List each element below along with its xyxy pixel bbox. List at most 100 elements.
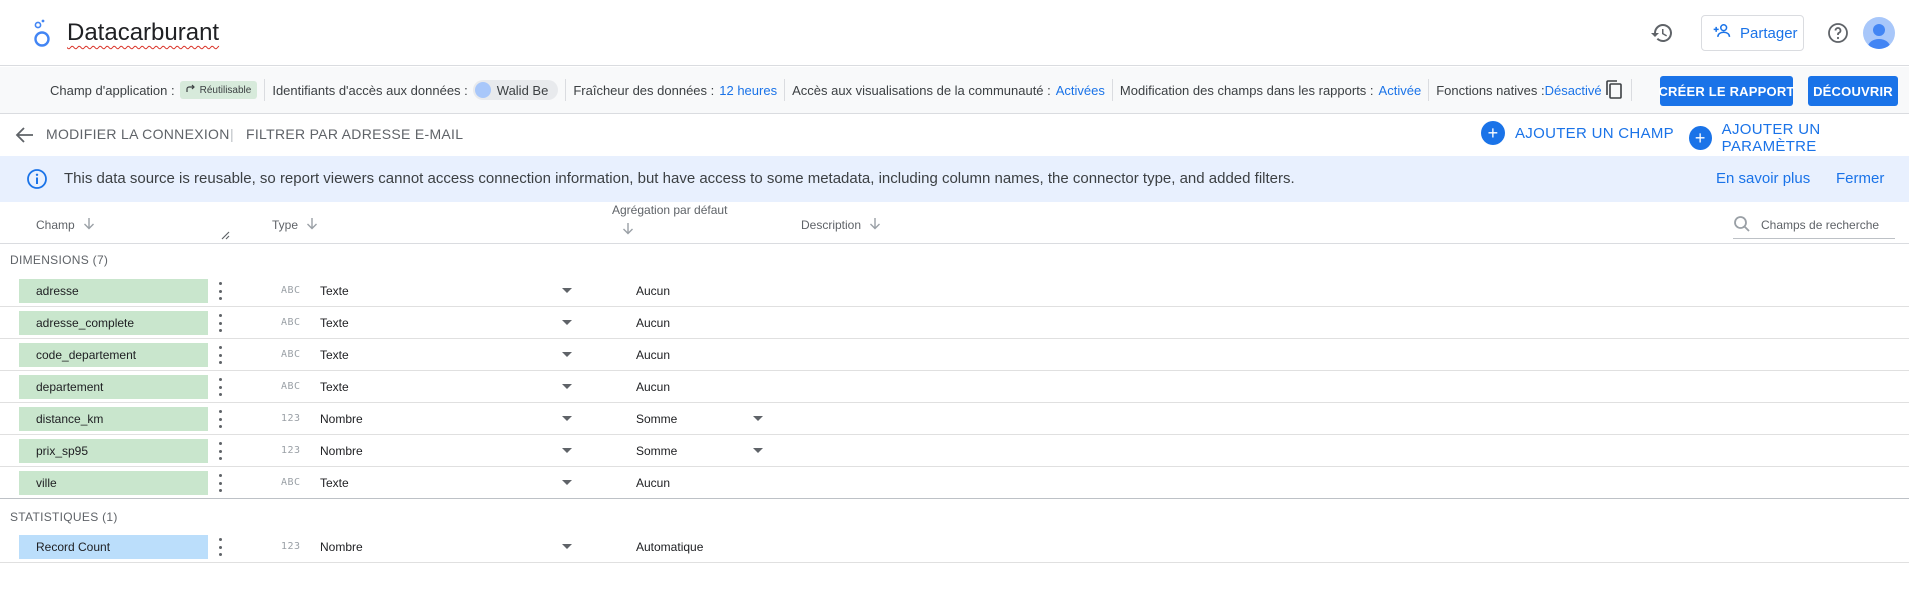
edit-connection-link[interactable]: MODIFIER LA CONNEXION xyxy=(46,126,230,142)
type-dropdown[interactable]: Nombre xyxy=(312,403,576,434)
data-freshness-label: Fraîcheur des données : xyxy=(573,82,715,98)
field-name-chip[interactable]: Record Count xyxy=(19,535,208,559)
field-name-chip[interactable]: distance_km xyxy=(19,407,208,431)
data-credentials-item[interactable]: Identifiants d'accès aux données : Walid… xyxy=(265,79,567,101)
application-scope-item[interactable]: Champ d'application : Réutilisable xyxy=(43,79,266,101)
dropdown-arrow-icon[interactable] xyxy=(562,416,572,421)
reusable-chip-label: Réutilisable xyxy=(199,84,252,96)
add-field-button[interactable]: + AJOUTER UN CHAMP xyxy=(1481,121,1674,145)
description-cell[interactable] xyxy=(796,403,1696,434)
more-vert-icon[interactable] xyxy=(215,282,225,300)
type-dropdown[interactable]: Texte xyxy=(312,339,576,370)
column-header-field[interactable]: Champ xyxy=(36,217,95,233)
more-vert-icon[interactable] xyxy=(215,410,225,428)
column-header-aggregation-label: Agrégation par défaut xyxy=(612,203,728,217)
explore-button[interactable]: DÉCOUVRIR xyxy=(1808,76,1898,106)
separator: | xyxy=(230,126,234,142)
native-functions-item[interactable]: Fonctions natives : Désactivé xyxy=(1429,79,1632,101)
description-cell[interactable] xyxy=(796,339,1696,370)
field-search-input[interactable] xyxy=(1761,218,1881,232)
dropdown-arrow-icon[interactable] xyxy=(562,320,572,325)
data-freshness-item[interactable]: Fraîcheur des données : 12 heures xyxy=(566,79,786,101)
sort-arrow-down-icon xyxy=(869,217,881,233)
type-dropdown[interactable]: Nombre xyxy=(312,435,576,466)
dropdown-arrow-icon[interactable] xyxy=(753,416,763,421)
help-icon[interactable] xyxy=(1824,19,1852,47)
type-dropdown[interactable]: Texte xyxy=(312,467,576,498)
column-header-type[interactable]: Type xyxy=(272,217,318,233)
type-dropdown[interactable]: Texte xyxy=(312,275,576,306)
column-resize-handle-icon[interactable] xyxy=(220,229,230,243)
aggregation-dropdown[interactable]: Somme xyxy=(630,403,765,434)
description-cell[interactable] xyxy=(796,371,1696,402)
dropdown-arrow-icon[interactable] xyxy=(753,448,763,453)
table-row: departement ABC Texte Aucun xyxy=(0,371,1909,403)
more-vert-icon[interactable] xyxy=(215,346,225,364)
add-field-label: AJOUTER UN CHAMP xyxy=(1515,124,1674,142)
field-editing-value[interactable]: Activée xyxy=(1379,83,1422,98)
description-cell[interactable] xyxy=(796,275,1696,306)
learn-more-link[interactable]: En savoir plus xyxy=(1716,170,1810,187)
community-visualizations-item[interactable]: Accès aux visualisations de la communaut… xyxy=(785,79,1113,101)
data-freshness-value[interactable]: 12 heures xyxy=(719,83,777,98)
account-avatar[interactable] xyxy=(1863,17,1895,49)
back-arrow-icon[interactable] xyxy=(15,126,35,147)
share-button[interactable]: Partager xyxy=(1701,15,1804,51)
field-name-chip[interactable]: prix_sp95 xyxy=(19,439,208,463)
dropdown-arrow-icon[interactable] xyxy=(562,448,572,453)
filter-by-email-link[interactable]: FILTRER PAR ADRESSE E-MAIL xyxy=(246,126,463,142)
reusable-chip: Réutilisable xyxy=(179,81,258,99)
version-history-icon[interactable] xyxy=(1648,19,1676,47)
credentials-user-chip[interactable]: Walid Be xyxy=(472,80,559,100)
copy-icon[interactable] xyxy=(1604,79,1624,101)
data-credentials-label: Identifiants d'accès aux données : xyxy=(272,82,468,98)
dropdown-arrow-icon[interactable] xyxy=(562,384,572,389)
column-header-description[interactable]: Description xyxy=(801,217,881,233)
column-header-aggregation[interactable]: Agrégation par défaut xyxy=(612,203,727,217)
add-parameter-label: AJOUTER UN PARAMÈTRE xyxy=(1721,121,1821,155)
create-report-button[interactable]: CRÉER LE RAPPORT xyxy=(1658,76,1794,106)
dropdown-arrow-icon[interactable] xyxy=(562,352,572,357)
more-vert-icon[interactable] xyxy=(215,442,225,460)
dropdown-arrow-icon[interactable] xyxy=(562,544,572,549)
dimensions-section-label: DIMENSIONS (7) xyxy=(10,253,109,267)
fields-table-header: Champ Type Agrégation par défaut Descrip… xyxy=(0,203,1909,244)
data-source-title[interactable]: Datacarburant xyxy=(67,19,219,47)
more-vert-icon[interactable] xyxy=(215,378,225,396)
aggregation-value: Automatique xyxy=(636,539,704,554)
add-circle-icon: + xyxy=(1481,121,1505,145)
close-banner-button[interactable]: Fermer xyxy=(1836,170,1884,187)
aggregation-dropdown[interactable]: Somme xyxy=(630,435,765,466)
credentials-user-name: Walid Be xyxy=(496,82,549,98)
more-vert-icon[interactable] xyxy=(215,314,225,332)
field-name-chip[interactable]: adresse_complete xyxy=(19,311,208,335)
field-name-chip[interactable]: ville xyxy=(19,471,208,495)
sort-arrow-down-icon[interactable] xyxy=(622,222,634,235)
field-search[interactable] xyxy=(1733,212,1895,239)
description-cell[interactable] xyxy=(796,531,1696,562)
field-name-chip[interactable]: adresse xyxy=(19,279,208,303)
dropdown-arrow-icon[interactable] xyxy=(562,480,572,485)
dropdown-arrow-icon[interactable] xyxy=(562,288,572,293)
type-dropdown[interactable]: Nombre xyxy=(312,531,576,562)
more-vert-icon[interactable] xyxy=(215,538,225,556)
aggregation-value: Aucun xyxy=(636,315,671,330)
description-cell[interactable] xyxy=(796,435,1696,466)
field-editing-label: Modification des champs dans les rapport… xyxy=(1119,82,1374,98)
description-cell[interactable] xyxy=(796,307,1696,338)
community-visualizations-value[interactable]: Activées xyxy=(1056,83,1105,98)
aggregation-value: Aucun xyxy=(636,379,671,394)
table-row: prix_sp95 123 Nombre Somme xyxy=(0,435,1909,467)
field-name-chip[interactable]: code_departement xyxy=(19,343,208,367)
field-name-chip[interactable]: departement xyxy=(19,375,208,399)
description-cell[interactable] xyxy=(796,467,1696,498)
type-dropdown[interactable]: Texte xyxy=(312,371,576,402)
add-parameter-button[interactable]: + AJOUTER UN PARAMÈTRE xyxy=(1689,121,1909,155)
native-functions-value[interactable]: Désactivé xyxy=(1545,83,1602,98)
table-row: adresse_complete ABC Texte Aucun xyxy=(0,307,1909,339)
field-editing-item[interactable]: Modification des champs dans les rapport… xyxy=(1113,79,1430,101)
type-dropdown[interactable]: Texte xyxy=(312,307,576,338)
community-visualizations-label: Accès aux visualisations de la communaut… xyxy=(792,82,1051,98)
more-vert-icon[interactable] xyxy=(215,474,225,492)
add-person-icon xyxy=(1712,21,1732,45)
